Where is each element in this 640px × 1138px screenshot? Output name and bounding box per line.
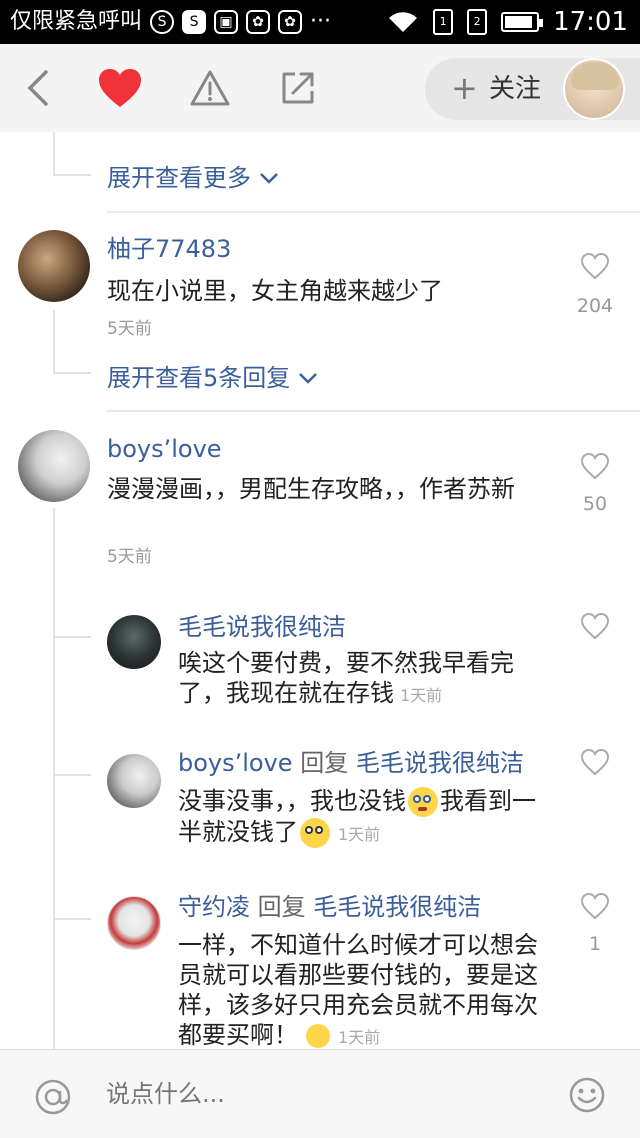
reply-text-body: 唉这个要付费，要不然我早看完了，我现在就在存钱: [178, 649, 514, 707]
comment-time: 5天前: [107, 319, 152, 339]
warning-icon: [190, 70, 230, 106]
reply-text: 唉这个要付费，要不然我早看完了，我现在就在存钱 1天前: [178, 648, 538, 711]
divider: [107, 410, 640, 412]
thread-line: [53, 508, 55, 1049]
reply-header: boys’love 回复 毛毛说我很纯洁: [178, 748, 524, 778]
heart-outline-icon[interactable]: [580, 748, 610, 776]
avatar[interactable]: [107, 896, 161, 950]
top-toolbar: + 关注: [0, 44, 640, 132]
reply-text-part: 没事没事，，我也没钱: [178, 787, 406, 815]
status-right: 1 2 17:01: [387, 6, 628, 38]
heart-outline-icon[interactable]: [580, 452, 610, 480]
comment-composer: [0, 1049, 640, 1138]
report-button[interactable]: [184, 62, 236, 114]
s-circle-icon: S: [150, 10, 175, 34]
reply-target[interactable]: 毛毛说我很纯洁: [356, 749, 524, 777]
thread-line: [53, 372, 91, 374]
clock: 17:01: [553, 7, 628, 37]
sim1-icon: 1: [433, 9, 454, 35]
status-left: 仅限紧急呼叫 S S ▣ ✿ ✿ ···: [10, 6, 331, 38]
like-count: 1: [588, 933, 602, 955]
reply-header: 守约凌 回复 毛毛说我很纯洁: [178, 892, 481, 922]
chevron-down-icon: [260, 173, 278, 184]
huawei-icon: ✿: [246, 10, 271, 34]
sim2-icon: 2: [467, 9, 488, 35]
comment-text: 现在小说里，女主角越来越少了: [107, 277, 443, 305]
thread-line: [53, 310, 55, 372]
thread-line: [53, 918, 91, 920]
like-button[interactable]: [94, 62, 146, 114]
like-count: 204: [576, 295, 614, 317]
share-icon: [282, 72, 314, 104]
plus-icon: +: [451, 69, 478, 107]
thread-line: [53, 636, 91, 638]
chevron-left-icon: [27, 70, 48, 106]
more-dots-icon: ···: [310, 9, 331, 34]
author-avatar[interactable]: [563, 58, 625, 120]
chevron-down-icon: [299, 373, 318, 384]
heart-outline-icon[interactable]: [580, 892, 610, 920]
back-button[interactable]: [12, 62, 64, 114]
avatar[interactable]: [107, 754, 161, 808]
shush-emoji-icon: [300, 818, 330, 848]
reply-text: 没事没事，，我也没钱 我看到一半就没钱了 1天前: [178, 786, 553, 850]
heart-icon: [99, 69, 141, 107]
avatar[interactable]: [18, 430, 90, 502]
comment-author[interactable]: 柚子77483: [107, 234, 231, 264]
embarrassed-emoji-icon: [306, 1024, 330, 1048]
wifi-icon: [389, 12, 418, 33]
reply-word: 回复: [257, 893, 306, 921]
comment-list: 展开查看更多 柚子77483 现在小说里，女主角越来越少了 5天前 204 展开…: [0, 132, 640, 1049]
comment-text: 漫漫漫画，，男配生存攻略，，作者苏新: [107, 475, 515, 503]
battery-icon: [501, 12, 544, 32]
emoji-picker-icon[interactable]: [568, 1076, 606, 1114]
huawei-icon: ✿: [278, 10, 303, 34]
at-mention-icon[interactable]: [34, 1078, 72, 1116]
heart-outline-icon[interactable]: [580, 612, 610, 640]
divider: [107, 211, 640, 213]
thread-line: [53, 174, 91, 176]
comment-time: 5天前: [107, 547, 152, 567]
reply-time: 1天前: [400, 686, 443, 705]
expand-more-link[interactable]: 展开查看更多: [107, 162, 279, 194]
avatar[interactable]: [107, 615, 161, 669]
thread-line: [53, 774, 91, 776]
reply-word: 回复: [300, 749, 349, 777]
image-icon: ▣: [214, 10, 239, 34]
expand-replies-label: 展开查看5条回复: [107, 364, 291, 392]
reply-author[interactable]: 毛毛说我很纯洁: [178, 612, 346, 642]
comment-author[interactable]: boys’love: [107, 434, 222, 464]
carrier-label: 仅限紧急呼叫: [10, 9, 143, 34]
like-count: 50: [582, 493, 608, 515]
s-red-icon: S: [182, 10, 207, 34]
reply-time: 1天前: [338, 1028, 381, 1047]
expand-more-label: 展开查看更多: [107, 164, 251, 192]
expand-replies-link[interactable]: 展开查看5条回复: [107, 362, 318, 394]
avatar[interactable]: [18, 230, 90, 302]
reply-text: 一样，不知道什么时候才可以想会员就可以看那些要付钱的，要是这样，该多好只用充会员…: [178, 930, 556, 1049]
thread-line: [53, 132, 55, 174]
share-button[interactable]: [272, 62, 324, 114]
reply-time: 1天前: [338, 825, 381, 844]
status-bar: 仅限紧急呼叫 S S ▣ ✿ ✿ ··· 1 2 17:01: [0, 0, 640, 44]
reply-target[interactable]: 毛毛说我很纯洁: [313, 893, 481, 921]
reply-author[interactable]: boys’love: [178, 749, 293, 777]
shocked-emoji-icon: [408, 787, 438, 817]
heart-outline-icon[interactable]: [580, 252, 610, 280]
follow-label: 关注: [489, 74, 542, 104]
follow-button[interactable]: + 关注: [425, 58, 640, 120]
reply-author[interactable]: 守约凌: [178, 893, 250, 921]
comment-input[interactable]: [106, 1074, 526, 1114]
